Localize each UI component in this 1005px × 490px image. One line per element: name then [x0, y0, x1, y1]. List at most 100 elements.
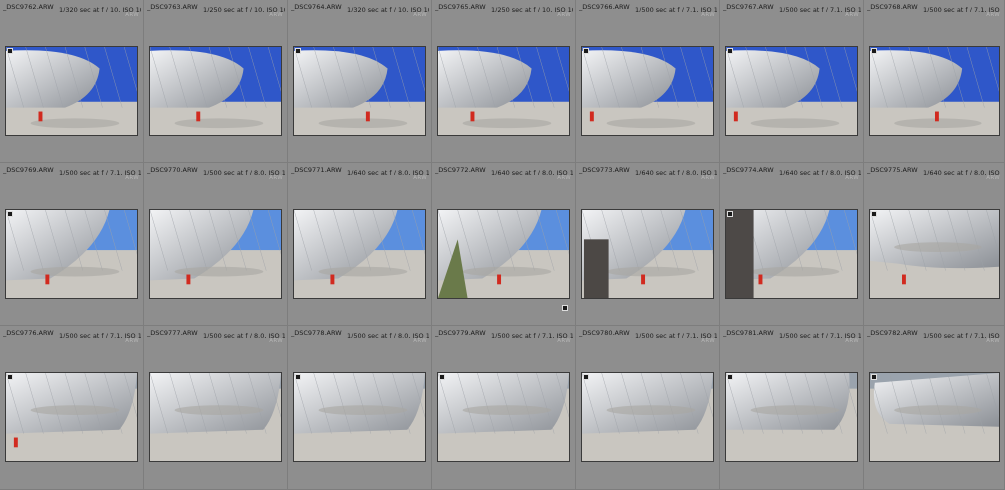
photo-filename: _DSC9762.ARW [3, 3, 54, 11]
photo-cell[interactable]: _DSC9776.ARW1/500 sec at f / 7.1, ISO 10… [0, 326, 144, 490]
photo-header: _DSC9770.ARW1/500 sec at f / 8.0, ISO 10… [147, 165, 285, 175]
photo-thumbnail[interactable] [5, 46, 138, 136]
file-format-label: ARW [986, 12, 1000, 18]
photo-cell[interactable]: _DSC9774.ARW1/640 sec at f / 8.0, ISO 10… [720, 163, 864, 326]
photo-filename: _DSC9774.ARW [723, 166, 774, 174]
file-format-label: ARW [125, 338, 139, 344]
file-format-label: ARW [269, 175, 283, 181]
edit-badge-icon [562, 305, 568, 311]
photo-thumbnail[interactable] [581, 46, 714, 136]
photo-cell[interactable]: _DSC9764.ARW1/320 sec at f / 10, ISO 100… [288, 0, 432, 163]
file-format-label: ARW [701, 12, 715, 18]
file-format-label: ARW [413, 175, 427, 181]
photo-thumbnail[interactable] [293, 372, 426, 462]
photo-cell[interactable]: _DSC9775.ARW1/640 sec at f / 8.0, ISO 10… [864, 163, 1005, 326]
photo-header: _DSC9776.ARW1/500 sec at f / 7.1, ISO 10… [3, 328, 141, 338]
photo-cell[interactable]: _DSC9779.ARW1/500 sec at f / 7.1, ISO 10… [432, 326, 576, 490]
photo-thumbnail[interactable] [725, 46, 858, 136]
photo-cell[interactable]: _DSC9767.ARW1/500 sec at f / 7.1, ISO 10… [720, 0, 864, 163]
photo-thumbnail[interactable] [437, 46, 570, 136]
photo-thumbnail[interactable] [437, 372, 570, 462]
photo-thumbnail[interactable] [869, 209, 1000, 299]
photo-thumbnail[interactable] [725, 372, 858, 462]
photo-cell[interactable]: _DSC9763.ARW1/250 sec at f / 10, ISO 100… [144, 0, 288, 163]
filmstrip-grid: _DSC9762.ARW1/320 sec at f / 10, ISO 100… [0, 0, 1005, 490]
photo-cell[interactable]: _DSC9777.ARW1/500 sec at f / 8.0, ISO 10… [144, 326, 288, 490]
photo-cell[interactable]: _DSC9782.ARW1/500 sec at f / 7.1, ISO 10… [864, 326, 1005, 490]
photo-thumbnail[interactable] [581, 372, 714, 462]
photo-filename: _DSC9770.ARW [147, 166, 198, 174]
photo-thumbnail[interactable] [293, 46, 426, 136]
file-format-label: ARW [845, 338, 859, 344]
photo-filename: _DSC9779.ARW [435, 329, 486, 337]
photo-thumbnail[interactable] [725, 209, 858, 299]
photo-thumbnail[interactable] [293, 209, 426, 299]
photo-thumbnail[interactable] [5, 209, 138, 299]
photo-cell[interactable]: _DSC9781.ARW1/500 sec at f / 7.1, ISO 10… [720, 326, 864, 490]
photo-filename: _DSC9776.ARW [3, 329, 54, 337]
photo-filename: _DSC9781.ARW [723, 329, 774, 337]
edit-badge-icon [871, 374, 877, 380]
photo-thumbnail[interactable] [149, 209, 282, 299]
edit-badge-icon [871, 211, 877, 217]
photo-thumbnail[interactable] [149, 46, 282, 136]
file-format-label: ARW [413, 12, 427, 18]
photo-header: _DSC9762.ARW1/320 sec at f / 10, ISO 100… [3, 2, 141, 12]
edit-badge-icon [727, 48, 733, 54]
photo-header: _DSC9772.ARW1/640 sec at f / 8.0, ISO 10… [435, 165, 573, 175]
photo-header: _DSC9777.ARW1/500 sec at f / 8.0, ISO 10… [147, 328, 285, 338]
file-format-label: ARW [125, 175, 139, 181]
file-format-label: ARW [125, 12, 139, 18]
photo-header: _DSC9774.ARW1/640 sec at f / 8.0, ISO 10… [723, 165, 861, 175]
photo-thumbnail[interactable] [581, 209, 714, 299]
photo-cell[interactable]: _DSC9778.ARW1/500 sec at f / 8.0, ISO 10… [288, 326, 432, 490]
photo-cell[interactable]: _DSC9772.ARW1/640 sec at f / 8.0, ISO 10… [432, 163, 576, 326]
edit-badge-icon [7, 211, 13, 217]
photo-cell[interactable]: _DSC9766.ARW1/500 sec at f / 7.1, ISO 10… [576, 0, 720, 163]
edit-badge-icon [7, 374, 13, 380]
file-format-label: ARW [986, 338, 1000, 344]
photo-cell[interactable]: _DSC9770.ARW1/500 sec at f / 8.0, ISO 10… [144, 163, 288, 326]
photo-header: _DSC9767.ARW1/500 sec at f / 7.1, ISO 10… [723, 2, 861, 12]
edit-badge-icon [583, 374, 589, 380]
photo-filename: _DSC9778.ARW [291, 329, 342, 337]
photo-header: _DSC9778.ARW1/500 sec at f / 8.0, ISO 10… [291, 328, 429, 338]
photo-filename: _DSC9777.ARW [147, 329, 198, 337]
file-format-label: ARW [845, 12, 859, 18]
photo-cell[interactable]: _DSC9768.ARW1/500 sec at f / 7.1, ISO 10… [864, 0, 1005, 163]
photo-filename: _DSC9772.ARW [435, 166, 486, 174]
file-format-label: ARW [701, 175, 715, 181]
photo-filename: _DSC9764.ARW [291, 3, 342, 11]
file-format-label: ARW [557, 338, 571, 344]
photo-header: _DSC9773.ARW1/640 sec at f / 8.0, ISO 10… [579, 165, 717, 175]
file-format-label: ARW [557, 175, 571, 181]
photo-cell[interactable]: _DSC9762.ARW1/320 sec at f / 10, ISO 100… [0, 0, 144, 163]
photo-filename: _DSC9769.ARW [3, 166, 54, 174]
photo-cell[interactable]: _DSC9780.ARW1/500 sec at f / 7.1, ISO 10… [576, 326, 720, 490]
photo-header: _DSC9765.ARW1/250 sec at f / 10, ISO 100… [435, 2, 573, 12]
photo-filename: _DSC9768.ARW [867, 3, 918, 11]
photo-cell[interactable]: _DSC9769.ARW1/500 sec at f / 7.1, ISO 10… [0, 163, 144, 326]
photo-header: _DSC9771.ARW1/640 sec at f / 8.0, ISO 10… [291, 165, 429, 175]
photo-header: _DSC9764.ARW1/320 sec at f / 10, ISO 100… [291, 2, 429, 12]
photo-cell[interactable]: _DSC9765.ARW1/250 sec at f / 10, ISO 100… [432, 0, 576, 163]
file-format-label: ARW [269, 338, 283, 344]
file-format-label: ARW [701, 338, 715, 344]
photo-filename: _DSC9765.ARW [435, 3, 486, 11]
photo-header: _DSC9780.ARW1/500 sec at f / 7.1, ISO 10… [579, 328, 717, 338]
photo-cell[interactable]: _DSC9773.ARW1/640 sec at f / 8.0, ISO 10… [576, 163, 720, 326]
photo-thumbnail[interactable] [869, 46, 1000, 136]
photo-header: _DSC9775.ARW1/640 sec at f / 8.0, ISO 10… [867, 165, 1002, 175]
photo-thumbnail[interactable] [437, 209, 570, 299]
file-format-label: ARW [557, 12, 571, 18]
photo-filename: _DSC9763.ARW [147, 3, 198, 11]
photo-thumbnail[interactable] [149, 372, 282, 462]
photo-cell[interactable]: _DSC9771.ARW1/640 sec at f / 8.0, ISO 10… [288, 163, 432, 326]
photo-filename: _DSC9766.ARW [579, 3, 630, 11]
photo-header: _DSC9769.ARW1/500 sec at f / 7.1, ISO 10… [3, 165, 141, 175]
photo-header: _DSC9763.ARW1/250 sec at f / 10, ISO 100… [147, 2, 285, 12]
photo-header: _DSC9779.ARW1/500 sec at f / 7.1, ISO 10… [435, 328, 573, 338]
file-format-label: ARW [413, 338, 427, 344]
photo-thumbnail[interactable] [5, 372, 138, 462]
photo-thumbnail[interactable] [869, 372, 1000, 462]
